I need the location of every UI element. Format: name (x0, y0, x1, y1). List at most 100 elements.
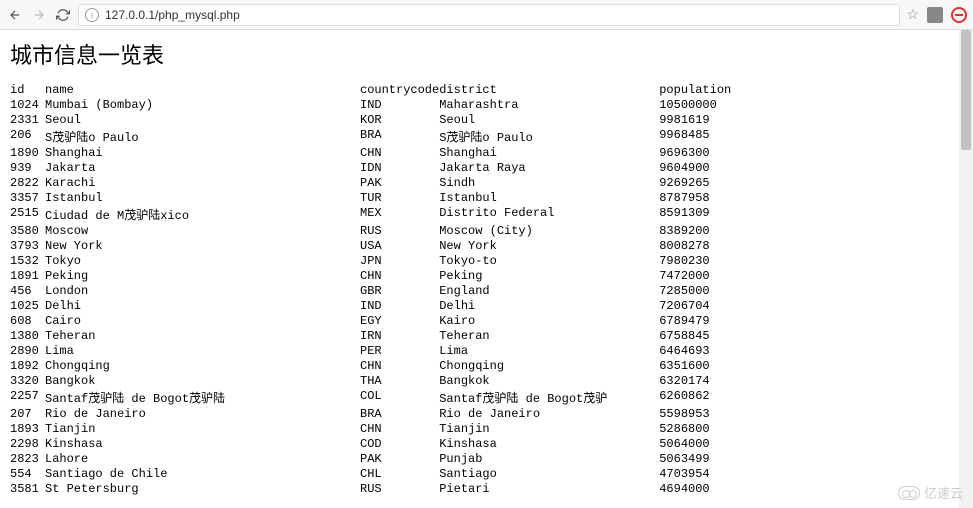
cell-name: Teheran (45, 328, 360, 343)
cell-district: Tianjin (439, 421, 659, 436)
cell-name: Istanbul (45, 190, 360, 205)
table-row: 1025DelhiINDDelhi7206704 (10, 298, 779, 313)
cell-population: 7980230 (659, 253, 779, 268)
cell-id: 554 (10, 466, 45, 481)
cell-district: Chongqing (439, 358, 659, 373)
reload-button[interactable] (54, 6, 72, 24)
cell-name: Mumbai (Bombay) (45, 97, 360, 112)
cell-district: Santiago (439, 466, 659, 481)
cell-id: 1024 (10, 97, 45, 112)
cell-population: 4694000 (659, 481, 779, 496)
cell-id: 2515 (10, 205, 45, 223)
cell-countrycode: THA (360, 373, 439, 388)
cell-population: 6758845 (659, 328, 779, 343)
table-row: 2331SeoulKORSeoul9981619 (10, 112, 779, 127)
cell-id: 1891 (10, 268, 45, 283)
cell-id: 3320 (10, 373, 45, 388)
cell-population: 9696300 (659, 145, 779, 160)
cell-countrycode: USA (360, 238, 439, 253)
cell-district: Distrito Federal (439, 205, 659, 223)
scrollbar-thumb[interactable] (961, 30, 971, 150)
cell-countrycode: KOR (360, 112, 439, 127)
cell-name: Shanghai (45, 145, 360, 160)
page-content: 城市信息一览表 id name countrycode district pop… (0, 30, 973, 504)
cell-population: 8591309 (659, 205, 779, 223)
cell-countrycode: PAK (360, 175, 439, 190)
cell-name: S茂驴陆o Paulo (45, 127, 360, 145)
cell-district: Peking (439, 268, 659, 283)
table-row: 1532TokyoJPNTokyo-to7980230 (10, 253, 779, 268)
cell-countrycode: IDN (360, 160, 439, 175)
cell-name: Tianjin (45, 421, 360, 436)
cell-id: 2257 (10, 388, 45, 406)
cell-name: Delhi (45, 298, 360, 313)
cell-countrycode: CHN (360, 358, 439, 373)
table-row: 608CairoEGYKairo6789479 (10, 313, 779, 328)
cell-population: 9604900 (659, 160, 779, 175)
cell-id: 207 (10, 406, 45, 421)
cell-name: Rio de Janeiro (45, 406, 360, 421)
header-district: district (439, 82, 659, 97)
cell-countrycode: GBR (360, 283, 439, 298)
cell-name: London (45, 283, 360, 298)
address-bar[interactable]: i 127.0.0.1/php_mysql.php (78, 4, 900, 26)
back-button[interactable] (6, 6, 24, 24)
header-name: name (45, 82, 360, 97)
vertical-scrollbar[interactable] (959, 30, 973, 508)
table-row: 206S茂驴陆o PauloBRAS茂驴陆o Paulo9968485 (10, 127, 779, 145)
cell-name: Lahore (45, 451, 360, 466)
cell-district: Seoul (439, 112, 659, 127)
cell-district: Kairo (439, 313, 659, 328)
cell-id: 3580 (10, 223, 45, 238)
cell-district: Bangkok (439, 373, 659, 388)
cell-district: Lima (439, 343, 659, 358)
cell-countrycode: BRA (360, 127, 439, 145)
cell-id: 2298 (10, 436, 45, 451)
table-row: 3580MoscowRUSMoscow (City)8389200 (10, 223, 779, 238)
table-row: 3581St PetersburgRUSPietari4694000 (10, 481, 779, 496)
header-id: id (10, 82, 45, 97)
cell-countrycode: PER (360, 343, 439, 358)
bookmark-star-icon[interactable]: ☆ (906, 6, 919, 23)
cell-district: New York (439, 238, 659, 253)
table-row: 207Rio de JaneiroBRARio de Janeiro559895… (10, 406, 779, 421)
cell-population: 7206704 (659, 298, 779, 313)
cell-district: Moscow (City) (439, 223, 659, 238)
cell-countrycode: MEX (360, 205, 439, 223)
cell-countrycode: PAK (360, 451, 439, 466)
table-row: 2822KarachiPAKSindh9269265 (10, 175, 779, 190)
cell-name: St Petersburg (45, 481, 360, 496)
cell-population: 8787958 (659, 190, 779, 205)
cell-population: 8008278 (659, 238, 779, 253)
cell-district: England (439, 283, 659, 298)
cell-countrycode: BRA (360, 406, 439, 421)
extension-icon[interactable] (927, 7, 943, 23)
cell-countrycode: TUR (360, 190, 439, 205)
watermark-text: 亿速云 (924, 483, 963, 502)
cell-district: Santaf茂驴陆 de Bogot茂驴 (439, 388, 659, 406)
site-info-icon[interactable]: i (85, 8, 99, 22)
adblock-icon[interactable] (951, 7, 967, 23)
cell-id: 2890 (10, 343, 45, 358)
browser-toolbar: i 127.0.0.1/php_mysql.php ☆ (0, 0, 973, 30)
url-text: 127.0.0.1/php_mysql.php (105, 8, 240, 22)
cell-id: 939 (10, 160, 45, 175)
cell-name: Peking (45, 268, 360, 283)
cell-id: 3357 (10, 190, 45, 205)
cell-name: Karachi (45, 175, 360, 190)
cell-district: Teheran (439, 328, 659, 343)
cell-district: Istanbul (439, 190, 659, 205)
cell-id: 1890 (10, 145, 45, 160)
cell-countrycode: IND (360, 298, 439, 313)
cell-population: 5064000 (659, 436, 779, 451)
cell-population: 9968485 (659, 127, 779, 145)
forward-button[interactable] (30, 6, 48, 24)
table-row: 1890ShanghaiCHNShanghai9696300 (10, 145, 779, 160)
cell-district: Rio de Janeiro (439, 406, 659, 421)
cell-district: Delhi (439, 298, 659, 313)
cell-name: Ciudad de M茂驴陆xico (45, 205, 360, 223)
cell-population: 7285000 (659, 283, 779, 298)
table-row: 554Santiago de ChileCHLSantiago4703954 (10, 466, 779, 481)
cell-name: Lima (45, 343, 360, 358)
cell-id: 1025 (10, 298, 45, 313)
